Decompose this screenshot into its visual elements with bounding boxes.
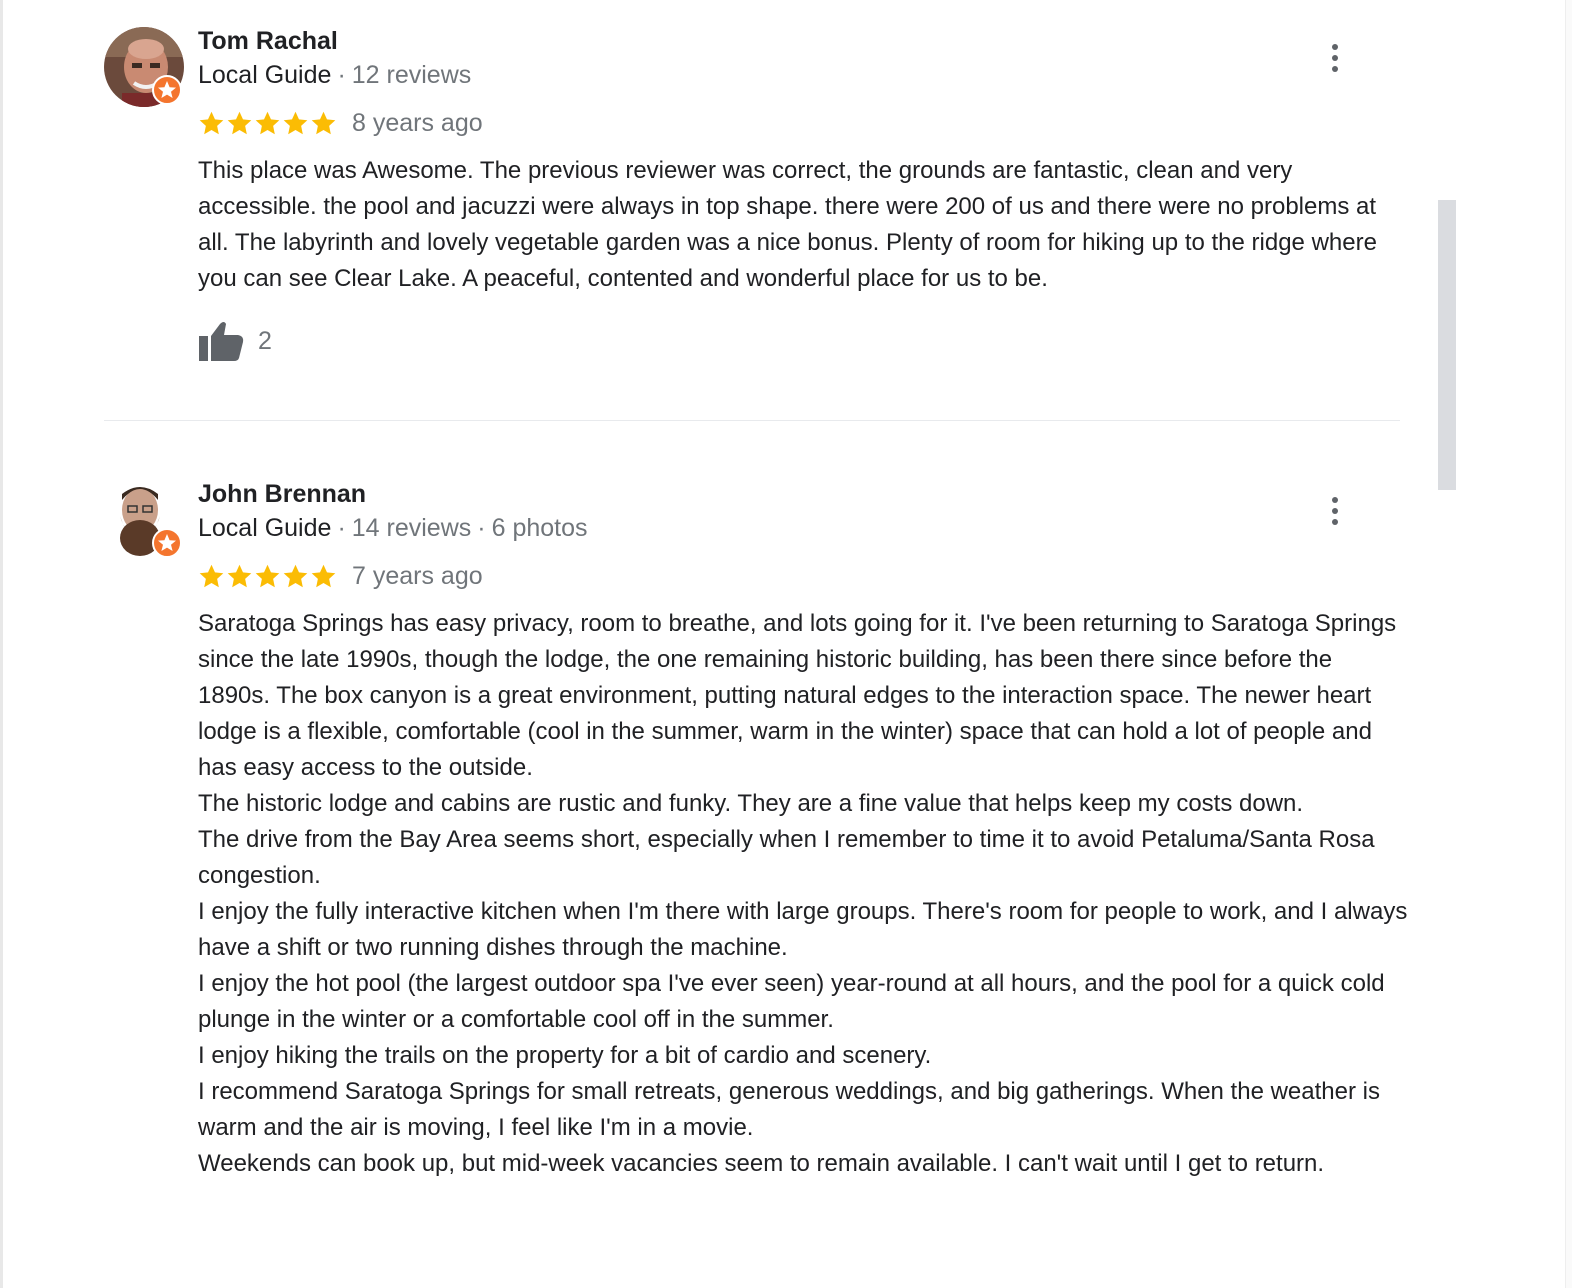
review-text: This place was Awesome. The previous rev…	[198, 153, 1408, 297]
rating-row: 7 years ago	[198, 559, 483, 593]
review-paragraph: I recommend Saratoga Springs for small r…	[198, 1078, 1380, 1141]
right-panel-edge	[1565, 0, 1572, 1288]
review-paragraph: Weekends can book up, but mid-week vacan…	[198, 1150, 1325, 1177]
meta-separator: ·	[337, 61, 346, 89]
meta-separator: ·	[337, 514, 346, 542]
like-button[interactable]: 2	[198, 320, 272, 362]
rating-row: 8 years ago	[198, 106, 483, 140]
avatar[interactable]	[104, 27, 184, 107]
review-paragraph: This place was Awesome. The previous rev…	[198, 157, 1377, 292]
local-guide-badge-icon	[152, 528, 182, 558]
more-options-button[interactable]	[1320, 38, 1350, 78]
review-date: 7 years ago	[352, 562, 483, 590]
review-paragraph: Saratoga Springs has easy privacy, room …	[198, 610, 1397, 781]
reviewer-meta[interactable]: Local Guide · 14 reviews · 6 photos	[198, 513, 588, 543]
local-guide-badge-icon	[152, 75, 182, 105]
meta-separator: ·	[477, 514, 486, 542]
local-guide-label: Local Guide	[198, 514, 332, 542]
reviewer-meta[interactable]: Local Guide · 12 reviews	[198, 60, 471, 90]
star-icon	[199, 111, 224, 134]
review-paragraph: The historic lodge and cabins are rustic…	[198, 790, 1304, 817]
review-paragraph: I enjoy the fully interactive kitchen wh…	[198, 898, 1408, 961]
review-paragraph: The drive from the Bay Area seems short,…	[198, 826, 1375, 889]
local-guide-label: Local Guide	[198, 61, 332, 89]
reviewer-name[interactable]: Tom Rachal	[198, 26, 338, 56]
more-vert-icon	[1332, 44, 1338, 50]
review-text: Saratoga Springs has easy privacy, room …	[198, 606, 1408, 1182]
star-rating	[198, 110, 338, 137]
star-icon	[311, 111, 336, 134]
reviews-count: 14 reviews	[351, 514, 472, 542]
review-card: Tom Rachal Local Guide · 12 reviews 8 year…	[0, 0, 1420, 422]
review-divider	[104, 420, 1400, 421]
review-date: 8 years ago	[352, 109, 483, 137]
photos-count: 6 photos	[491, 514, 588, 542]
more-options-button[interactable]	[1320, 491, 1350, 531]
like-count: 2	[258, 326, 272, 355]
thumb-up-icon	[199, 322, 244, 361]
avatar[interactable]	[104, 480, 184, 560]
star-icon	[283, 564, 308, 587]
review-paragraph: I enjoy hiking the trails on the propert…	[198, 1042, 932, 1069]
review-paragraph: I enjoy the hot pool (the largest outdoo…	[198, 970, 1385, 1033]
reviewer-name[interactable]: John Brennan	[198, 479, 366, 509]
star-icon	[227, 111, 252, 134]
star-rating	[198, 563, 338, 590]
star-icon	[227, 564, 252, 587]
scrollbar[interactable]	[1438, 0, 1456, 1288]
more-vert-icon	[1332, 497, 1338, 503]
star-icon	[311, 564, 336, 587]
star-icon	[255, 111, 280, 134]
star-icon	[199, 564, 224, 587]
reviews-count: 12 reviews	[351, 61, 472, 89]
scrollbar-thumb[interactable]	[1438, 200, 1456, 490]
star-icon	[255, 564, 280, 587]
star-icon	[283, 111, 308, 134]
review-card: John Brennan Local Guide · 14 reviews · 6 ph…	[0, 424, 1420, 1288]
